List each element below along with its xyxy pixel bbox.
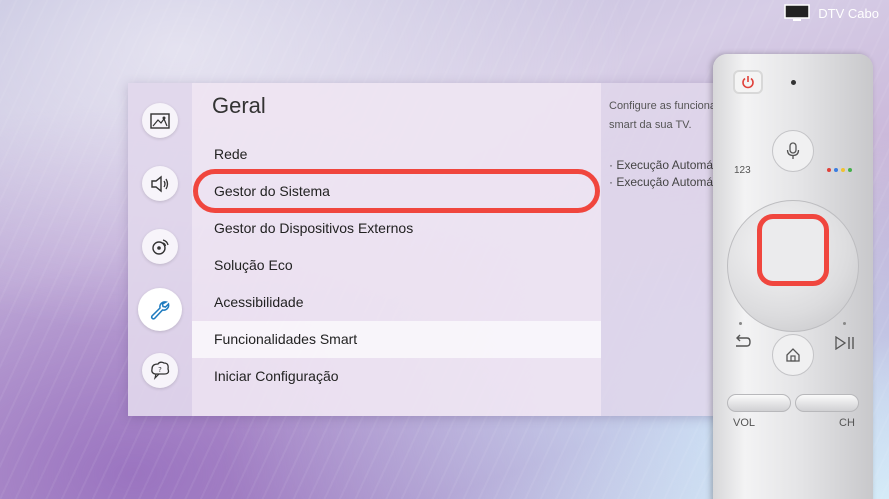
svg-text:?: ?	[158, 366, 162, 374]
menu-item-iniciar-configuracao[interactable]: Iniciar Configuração	[192, 358, 601, 395]
volume-label: VOL	[733, 417, 756, 429]
microphone-icon	[786, 142, 800, 159]
back-icon[interactable]	[733, 334, 751, 350]
number-button-label[interactable]: 123	[734, 165, 751, 176]
source-indicator: DTV Cabo	[784, 4, 879, 22]
category-general[interactable]	[138, 288, 182, 331]
color-buttons[interactable]	[827, 168, 852, 172]
menu-item-rede[interactable]: Rede	[192, 136, 601, 173]
tv-icon	[784, 4, 811, 21]
volume-rocker[interactable]	[727, 394, 791, 412]
menu-item-acessibilidade[interactable]: Acessibilidade	[192, 284, 601, 321]
indicator-dot	[739, 322, 742, 325]
microphone-hole	[791, 80, 796, 85]
remote-control: 123 VOL CH	[713, 54, 873, 499]
color-dot-green	[848, 168, 852, 172]
home-icon	[786, 348, 800, 362]
color-dot-red	[827, 168, 831, 172]
volume-channel-rocker	[727, 394, 859, 412]
category-sidebar: ?	[128, 83, 192, 416]
home-button[interactable]	[772, 334, 814, 376]
wrench-icon	[150, 300, 170, 320]
color-dot-yellow	[841, 168, 845, 172]
menu-item-funcionalidades-smart[interactable]: Funcionalidades Smart	[192, 321, 601, 358]
sound-icon	[151, 175, 169, 193]
power-button[interactable]	[733, 70, 763, 94]
category-broadcast[interactable]	[142, 229, 178, 265]
category-support[interactable]: ?	[142, 352, 178, 389]
ok-button[interactable]	[757, 214, 829, 286]
info-bullets: · Execução Automática · Execução Automát…	[609, 157, 728, 191]
settings-panel: ? Geral Rede Gestor do Sistema Gestor do…	[128, 83, 728, 416]
category-picture[interactable]	[142, 103, 178, 139]
power-icon	[742, 76, 754, 89]
info-bullet: · Execução Automática	[609, 158, 728, 172]
play-pause-icon[interactable]	[835, 336, 857, 350]
info-panel: Configure as funcionalidades smart da su…	[601, 83, 728, 416]
picture-icon	[150, 112, 170, 129]
broadcast-icon	[152, 238, 169, 255]
info-description-line-1: Configure as funcionalidades	[609, 100, 728, 112]
channel-label: CH	[839, 417, 855, 429]
channel-rocker[interactable]	[795, 394, 859, 412]
indicator-dot	[843, 322, 846, 325]
highlight-ring	[193, 169, 600, 213]
category-sound[interactable]	[142, 166, 178, 202]
page-title: Geral	[212, 93, 266, 118]
support-icon: ?	[151, 362, 170, 381]
info-description-line-2: smart da sua TV.	[609, 119, 692, 131]
info-bullet: · Execução Automática	[609, 175, 728, 189]
source-label: DTV Cabo	[818, 5, 879, 21]
menu-item-solucao-eco[interactable]: Solução Eco	[192, 247, 601, 284]
color-dot-blue	[834, 168, 838, 172]
menu-list-panel: Geral Rede Gestor do Sistema Gestor do D…	[192, 83, 601, 416]
menu-item-gestor-dispositivos[interactable]: Gestor do Dispositivos Externos	[192, 210, 601, 247]
voice-button[interactable]	[772, 130, 814, 172]
